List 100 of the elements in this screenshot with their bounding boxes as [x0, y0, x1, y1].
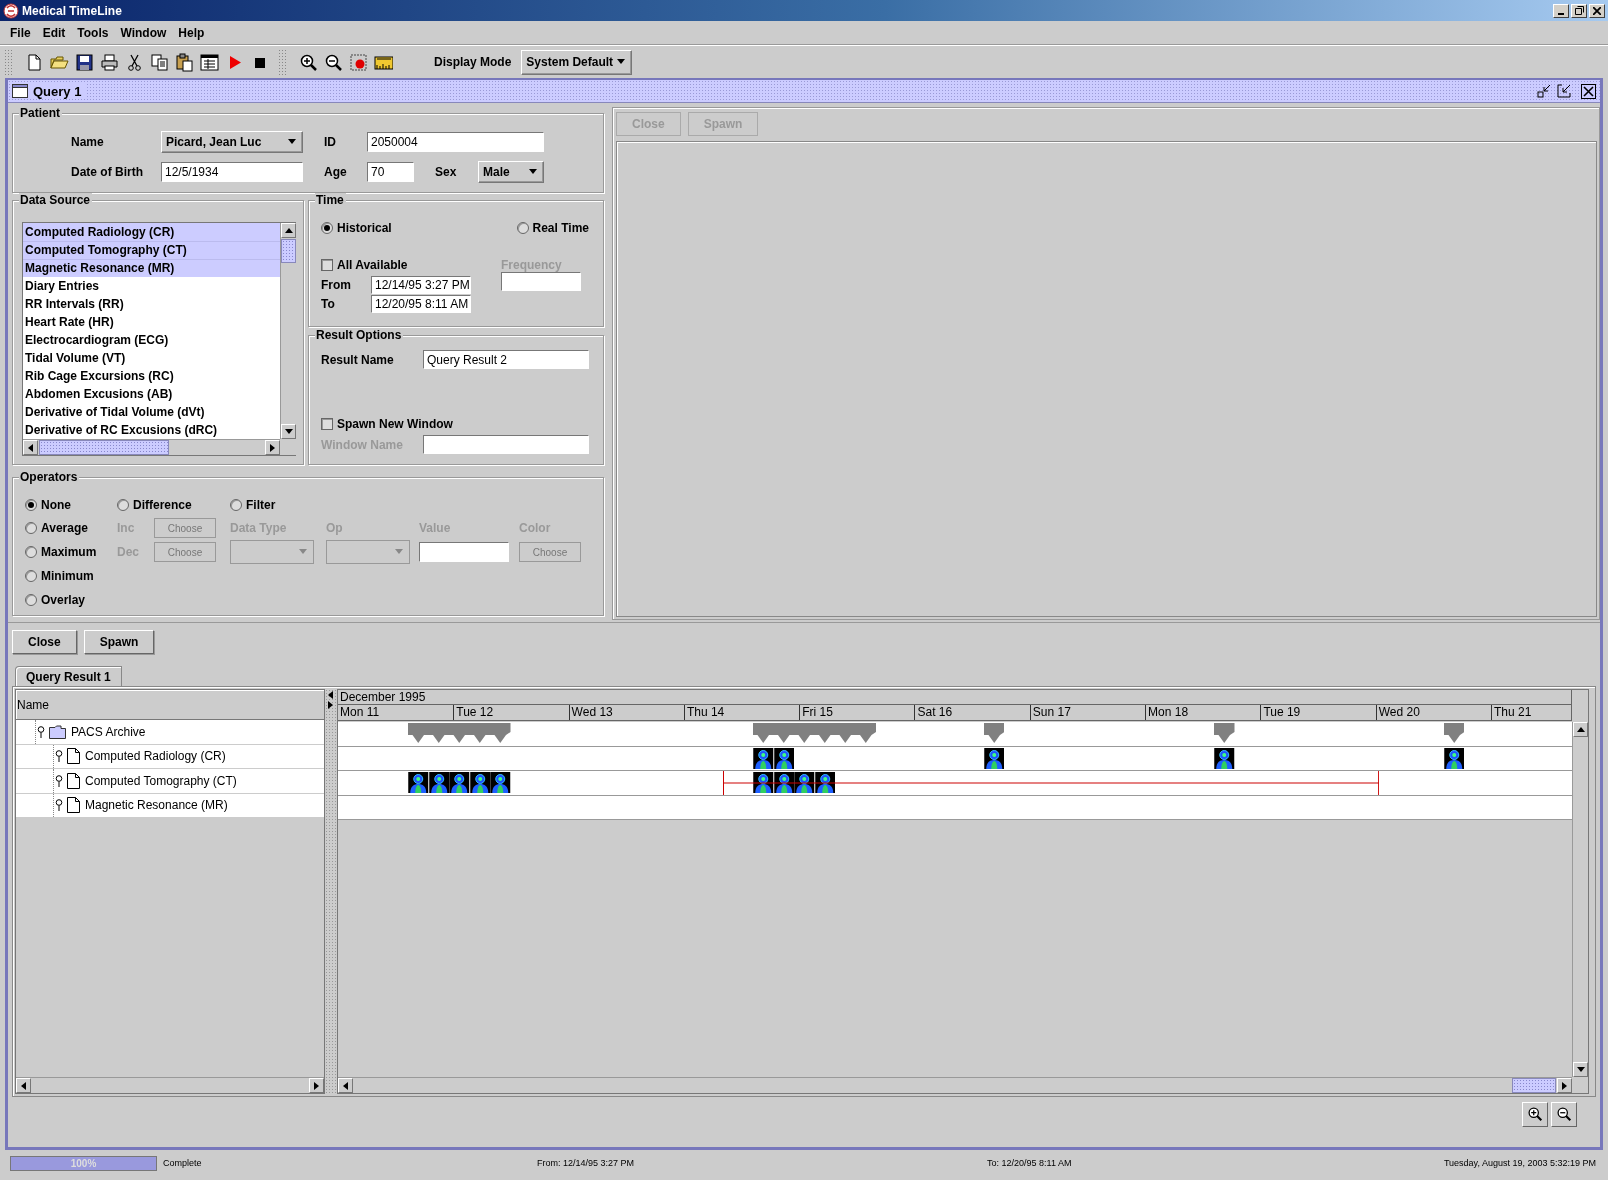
result-tab[interactable]: Query Result 1 — [15, 666, 122, 686]
sex-dropdown[interactable]: Male — [478, 161, 544, 183]
scan-thumbnail[interactable] — [773, 747, 795, 769]
list-item[interactable]: Computed Tomography (CT) — [23, 241, 280, 259]
archive-marker[interactable] — [1443, 723, 1465, 743]
menu-item[interactable]: Window — [114, 25, 173, 40]
vertical-scrollbar[interactable] — [1572, 722, 1588, 1077]
list-item[interactable]: RR Intervals (RR) — [23, 295, 280, 313]
checkbox[interactable] — [321, 259, 333, 271]
zoom-in-button[interactable] — [1522, 1101, 1548, 1127]
caret-icon — [299, 548, 307, 556]
radio-button[interactable] — [321, 222, 333, 234]
scroll-thumb[interactable] — [39, 440, 169, 455]
scroll-thumb[interactable] — [1512, 1078, 1556, 1093]
radio-button[interactable] — [25, 499, 37, 511]
scroll-left-arrow-icon — [341, 1081, 350, 1090]
progress-label: 100% — [69, 1157, 98, 1169]
date-of-birth-field[interactable]: 12/5/1934 — [161, 162, 303, 182]
scan-thumbnail[interactable] — [753, 772, 774, 793]
radio-button[interactable] — [230, 499, 242, 511]
tree-row[interactable]: Magnetic Resonance (MR) — [16, 793, 324, 818]
day-header: Thu 21 — [1490, 705, 1571, 720]
radio-button[interactable] — [117, 499, 129, 511]
pin-icon[interactable] — [55, 799, 63, 812]
menu-item[interactable]: Help — [172, 25, 211, 40]
age-field[interactable]: 70 — [367, 162, 414, 182]
copy-icon[interactable] — [149, 52, 169, 72]
restore-button[interactable] — [1571, 3, 1587, 18]
display-mode-dropdown[interactable]: System Default — [521, 49, 633, 75]
scan-thumbnail[interactable] — [1443, 747, 1465, 769]
radio-button[interactable] — [25, 522, 37, 534]
horizontal-scrollbar[interactable] — [338, 1077, 1572, 1093]
result-name-field[interactable]: Query Result 2 — [423, 350, 589, 369]
archive-marker[interactable] — [753, 723, 877, 743]
zoom-out-button[interactable] — [1551, 1101, 1577, 1127]
column-header[interactable]: Name — [16, 690, 324, 720]
list-item[interactable]: Electrocardiogram (ECG) — [23, 331, 280, 349]
list-item[interactable]: Derivative of Tidal Volume (dVt) — [23, 403, 280, 421]
menu-item[interactable]: Edit — [36, 25, 72, 40]
checkbox[interactable] — [321, 418, 333, 430]
scan-thumbnail[interactable] — [490, 772, 511, 793]
scroll-thumb[interactable] — [281, 239, 296, 263]
scan-thumbnail[interactable] — [753, 747, 774, 769]
archive-marker[interactable] — [983, 723, 1005, 743]
zoom-out-icon[interactable] — [323, 52, 343, 72]
paste-icon[interactable] — [174, 52, 194, 72]
from-date-field[interactable]: 12/14/95 3:27 PM — [371, 275, 471, 294]
scan-thumbnail[interactable] — [469, 772, 491, 793]
to-date-field[interactable]: 12/20/95 8:11 AM — [371, 294, 471, 313]
list-item[interactable]: Computed Radiology (CR) — [23, 223, 280, 241]
radio-button[interactable] — [25, 594, 37, 606]
restore-icon — [1574, 6, 1584, 15]
maximize-icon[interactable] — [1557, 84, 1571, 98]
pin-icon[interactable] — [37, 725, 45, 738]
scan-thumbnail[interactable] — [773, 772, 795, 793]
action-button[interactable]: Spawn — [83, 630, 155, 654]
scan-thumbnail[interactable] — [428, 772, 450, 793]
archive-marker[interactable] — [1214, 723, 1235, 743]
tree-row[interactable]: Computed Radiology (CR) — [16, 744, 324, 769]
vertical-scrollbar[interactable] — [280, 223, 296, 439]
list-item[interactable]: Magnetic Resonance (MR) — [23, 259, 280, 277]
id-field[interactable]: 2050004 — [367, 132, 544, 152]
list-item[interactable]: Diary Entries — [23, 277, 280, 295]
horizontal-scrollbar[interactable] — [23, 439, 280, 455]
tree-row[interactable]: PACS Archive — [16, 720, 324, 745]
window-name-field[interactable] — [423, 435, 589, 454]
scan-thumbnail[interactable] — [449, 772, 470, 793]
tree-row[interactable]: Computed Tomography (CT) — [16, 769, 324, 794]
iconify-icon[interactable] — [1537, 84, 1551, 98]
menu-item[interactable]: File — [4, 25, 37, 40]
close-button[interactable] — [1589, 3, 1605, 18]
pin-icon[interactable] — [55, 774, 63, 787]
radio-button[interactable] — [516, 222, 529, 234]
radio-button[interactable] — [25, 546, 37, 558]
scan-thumbnail[interactable] — [408, 772, 429, 793]
action-button[interactable]: Close — [12, 630, 77, 654]
scan-thumbnail[interactable] — [814, 772, 836, 793]
scan-thumbnail[interactable] — [983, 747, 1005, 769]
radio-button[interactable] — [25, 570, 37, 582]
value-field[interactable] — [419, 542, 509, 562]
list-item[interactable]: Heart Rate (HR) — [23, 313, 280, 331]
radio-label: Historical — [337, 221, 392, 235]
horizontal-scrollbar[interactable] — [16, 1077, 324, 1093]
zoom-in-icon[interactable] — [298, 52, 318, 72]
name-dropdown[interactable]: Picard, Jean Luc — [161, 131, 303, 153]
minimize-button[interactable] — [1553, 3, 1569, 18]
list-item[interactable]: Derivative of RC Excusions (dRC) — [23, 421, 280, 439]
archive-marker[interactable] — [408, 723, 511, 743]
record-icon[interactable] — [348, 52, 368, 72]
close-icon[interactable] — [1581, 83, 1596, 99]
pin-icon[interactable] — [55, 750, 63, 763]
menu-item[interactable]: Tools — [71, 25, 115, 40]
scan-thumbnail[interactable] — [1214, 747, 1235, 769]
list-item[interactable]: Tidal Volume (VT) — [23, 349, 280, 367]
printer-icon[interactable] — [99, 52, 119, 72]
frequency-field[interactable] — [501, 272, 581, 291]
scan-thumbnail[interactable] — [794, 772, 815, 793]
table-window-icon[interactable] — [199, 52, 219, 72]
list-item[interactable]: Rib Cage Excursions (RC) — [23, 367, 280, 385]
list-item[interactable]: Abdomen Excusions (AB) — [23, 385, 280, 403]
